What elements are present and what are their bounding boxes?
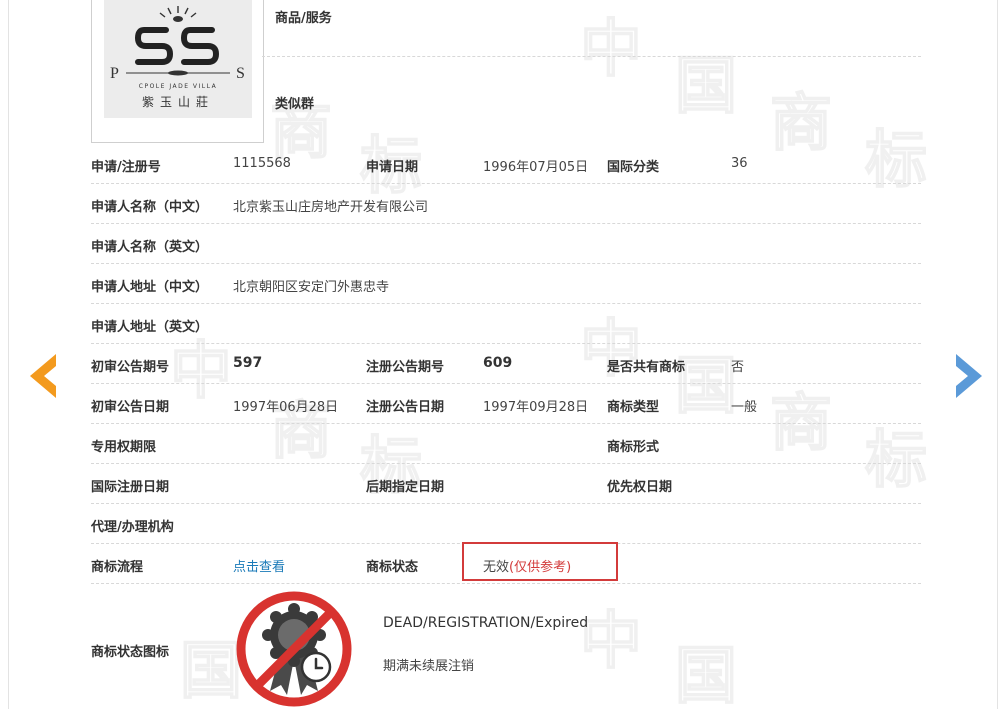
applicant-cn-label: 申请人名称（中文） — [91, 200, 209, 215]
registration-no-value: 1115568 — [233, 156, 291, 171]
application-date-label: 申请日期 — [366, 160, 419, 175]
process-view-link[interactable]: 点击查看 — [233, 556, 285, 575]
watermark-char: 国 — [179, 634, 243, 707]
info-row — [91, 504, 921, 544]
info-row — [91, 464, 921, 504]
logo-letter-s: S — [236, 65, 245, 82]
prelim-issue-value: 597 — [233, 355, 263, 371]
shared-mark-value: 否 — [731, 360, 745, 375]
no-registration-icon — [236, 591, 352, 707]
info-row — [91, 264, 921, 304]
later-designation-label: 后期指定日期 — [366, 480, 445, 495]
shared-mark-label: 是否共有商标 — [607, 360, 686, 375]
priority-date-label: 优先权日期 — [607, 480, 673, 495]
reg-date-label: 注册公告日期 — [366, 400, 445, 415]
application-date-value: 1996年07月05日 — [483, 160, 589, 175]
intl-class-label: 国际分类 — [607, 160, 660, 175]
goods-services-label: 商品/服务 — [275, 11, 332, 26]
reg-issue-label: 注册公告期号 — [366, 360, 445, 375]
chevron-left-icon — [30, 354, 56, 398]
mark-type-label: 商标类型 — [607, 400, 660, 415]
prelim-date-value: 1997年06月28日 — [233, 400, 339, 415]
status-english: DEAD/REGISTRATION/Expired — [383, 615, 589, 631]
status-icon-label: 商标状态图标 — [91, 645, 170, 660]
prev-arrow-button[interactable] — [26, 352, 58, 404]
goods-row-divider — [262, 56, 921, 57]
trademark-image-frame: P S CPOLE JADE VILLA 紫玉山莊 — [91, 0, 264, 143]
applicant-en-label: 申请人名称（英文） — [91, 240, 209, 255]
dead-status-icon — [234, 589, 354, 709]
mark-form-label: 商标形式 — [607, 440, 660, 455]
address-cn-value: 北京朝阳区安定门外惠忠寺 — [233, 280, 390, 295]
chevron-right-icon — [956, 354, 982, 398]
address-en-label: 申请人地址（英文） — [91, 320, 209, 335]
mark-type-value: 一般 — [731, 400, 758, 415]
exclusive-term-label: 专用权期限 — [91, 440, 157, 455]
intl-class-value: 36 — [731, 156, 748, 171]
agency-label: 代理/办理机构 — [91, 520, 174, 535]
status-note: (仅供参考) — [509, 560, 572, 575]
registration-no-label: 申请/注册号 — [91, 160, 161, 175]
reg-issue-value: 609 — [483, 355, 513, 371]
watermark-char: 中 — [579, 604, 643, 677]
status-chinese: 期满未续展注销 — [383, 659, 475, 674]
watermark-char: 中 — [579, 12, 643, 85]
watermark-char: 国 — [674, 639, 738, 712]
intl-reg-date-label: 国际注册日期 — [91, 480, 170, 495]
trademark-image: P S CPOLE JADE VILLA 紫玉山莊 — [104, 0, 252, 118]
logo-chinese: 紫玉山莊 — [142, 95, 214, 109]
prelim-date-label: 初审公告日期 — [91, 400, 170, 415]
logo-letter-p: P — [110, 65, 119, 82]
info-row — [91, 424, 921, 464]
watermark-char: 国 — [674, 49, 738, 122]
info-row — [91, 304, 921, 344]
prelim-issue-label: 初审公告期号 — [91, 360, 170, 375]
address-cn-label: 申请人地址（中文） — [91, 280, 209, 295]
similar-group-label: 类似群 — [275, 97, 315, 112]
status-value: 无效(仅供参考) — [483, 556, 571, 575]
logo-subtitle: CPOLE JADE VILLA — [139, 83, 217, 90]
status-value-text: 无效 — [483, 560, 510, 575]
info-row — [91, 224, 921, 264]
reg-date-value: 1997年09月28日 — [483, 400, 589, 415]
applicant-cn-value: 北京紫玉山庄房地产开发有限公司 — [233, 200, 429, 215]
info-row — [91, 184, 921, 224]
next-arrow-button[interactable] — [954, 352, 986, 404]
status-label: 商标状态 — [366, 560, 419, 575]
process-label: 商标流程 — [91, 560, 144, 575]
trademark-logo-icon: P S CPOLE JADE VILLA 紫玉山莊 — [104, 0, 252, 118]
